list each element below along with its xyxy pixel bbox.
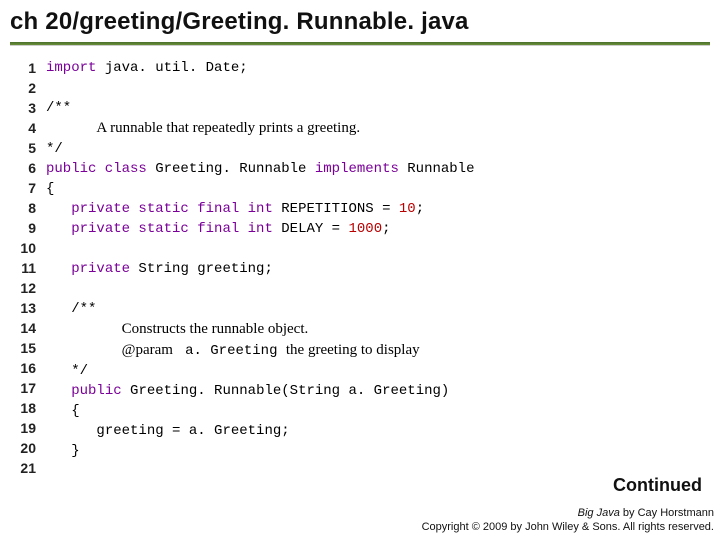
page-title: ch 20/greeting/Greeting. Runnable. java (0, 0, 720, 42)
code-text: { (71, 403, 79, 419)
code-text (46, 221, 71, 237)
code-text (46, 343, 122, 359)
doc-text: Constructs the runnable object. (122, 321, 309, 337)
number-literal: 1000 (348, 221, 382, 237)
code-text (46, 423, 96, 439)
code-text (46, 363, 71, 379)
doc-text: @param (122, 342, 177, 358)
code-text: Greeting. Runnable(String a. Greeting) (122, 383, 450, 399)
code-text: Runnable (399, 161, 475, 177)
code-text: /** (71, 301, 96, 317)
code-text (46, 443, 71, 459)
code-text: REPETITIONS = (273, 201, 399, 217)
footer-line-1: Big Java by Cay Horstmann (422, 506, 714, 520)
code-text: greeting = a. Greeting; (96, 423, 289, 439)
keyword: public class (46, 161, 147, 177)
footer-line-2: Copyright © 2009 by John Wiley & Sons. A… (422, 520, 714, 534)
author: by Cay Horstmann (620, 507, 714, 519)
code-text (46, 301, 71, 317)
keyword: public (71, 383, 121, 399)
code-text: Greeting. Runnable (147, 161, 315, 177)
doc-param: a. Greeting (177, 343, 286, 359)
code-text: ; (416, 201, 424, 217)
footer: Big Java by Cay Horstmann Copyright © 20… (422, 506, 714, 534)
keyword: implements (315, 161, 399, 177)
code-text: ; (382, 221, 390, 237)
keyword: import (46, 60, 96, 76)
book-title: Big Java (578, 507, 620, 519)
code-text: DELAY = (273, 221, 349, 237)
doc-text: A runnable that repeatedly prints a gree… (96, 120, 360, 136)
code-text: { (46, 181, 54, 197)
code-block: 1 2 3 4 5 6 7 8 9 10 11 12 13 14 15 16 1… (0, 58, 720, 478)
continued-label: Continued (613, 475, 702, 496)
code-text: } (71, 443, 79, 459)
doc-text: the greeting to display (286, 342, 420, 358)
keyword: private static final int (71, 201, 273, 217)
code-text (46, 121, 96, 137)
keyword: private (71, 261, 130, 277)
code-text (46, 201, 71, 217)
title-rule (10, 42, 710, 46)
number-literal: 10 (399, 201, 416, 217)
code-text: String greeting; (130, 261, 273, 277)
code-text (46, 322, 122, 338)
code-text (46, 403, 71, 419)
code-content: import java. util. Date; /** A runnable … (46, 58, 475, 478)
line-number-gutter: 1 2 3 4 5 6 7 8 9 10 11 12 13 14 15 16 1… (10, 58, 46, 478)
code-text: */ (46, 141, 63, 157)
code-text (46, 261, 71, 277)
keyword: private static final int (71, 221, 273, 237)
code-text: /** (46, 100, 71, 116)
code-text (46, 383, 71, 399)
code-text: java. util. Date; (96, 60, 247, 76)
code-text: */ (71, 363, 88, 379)
